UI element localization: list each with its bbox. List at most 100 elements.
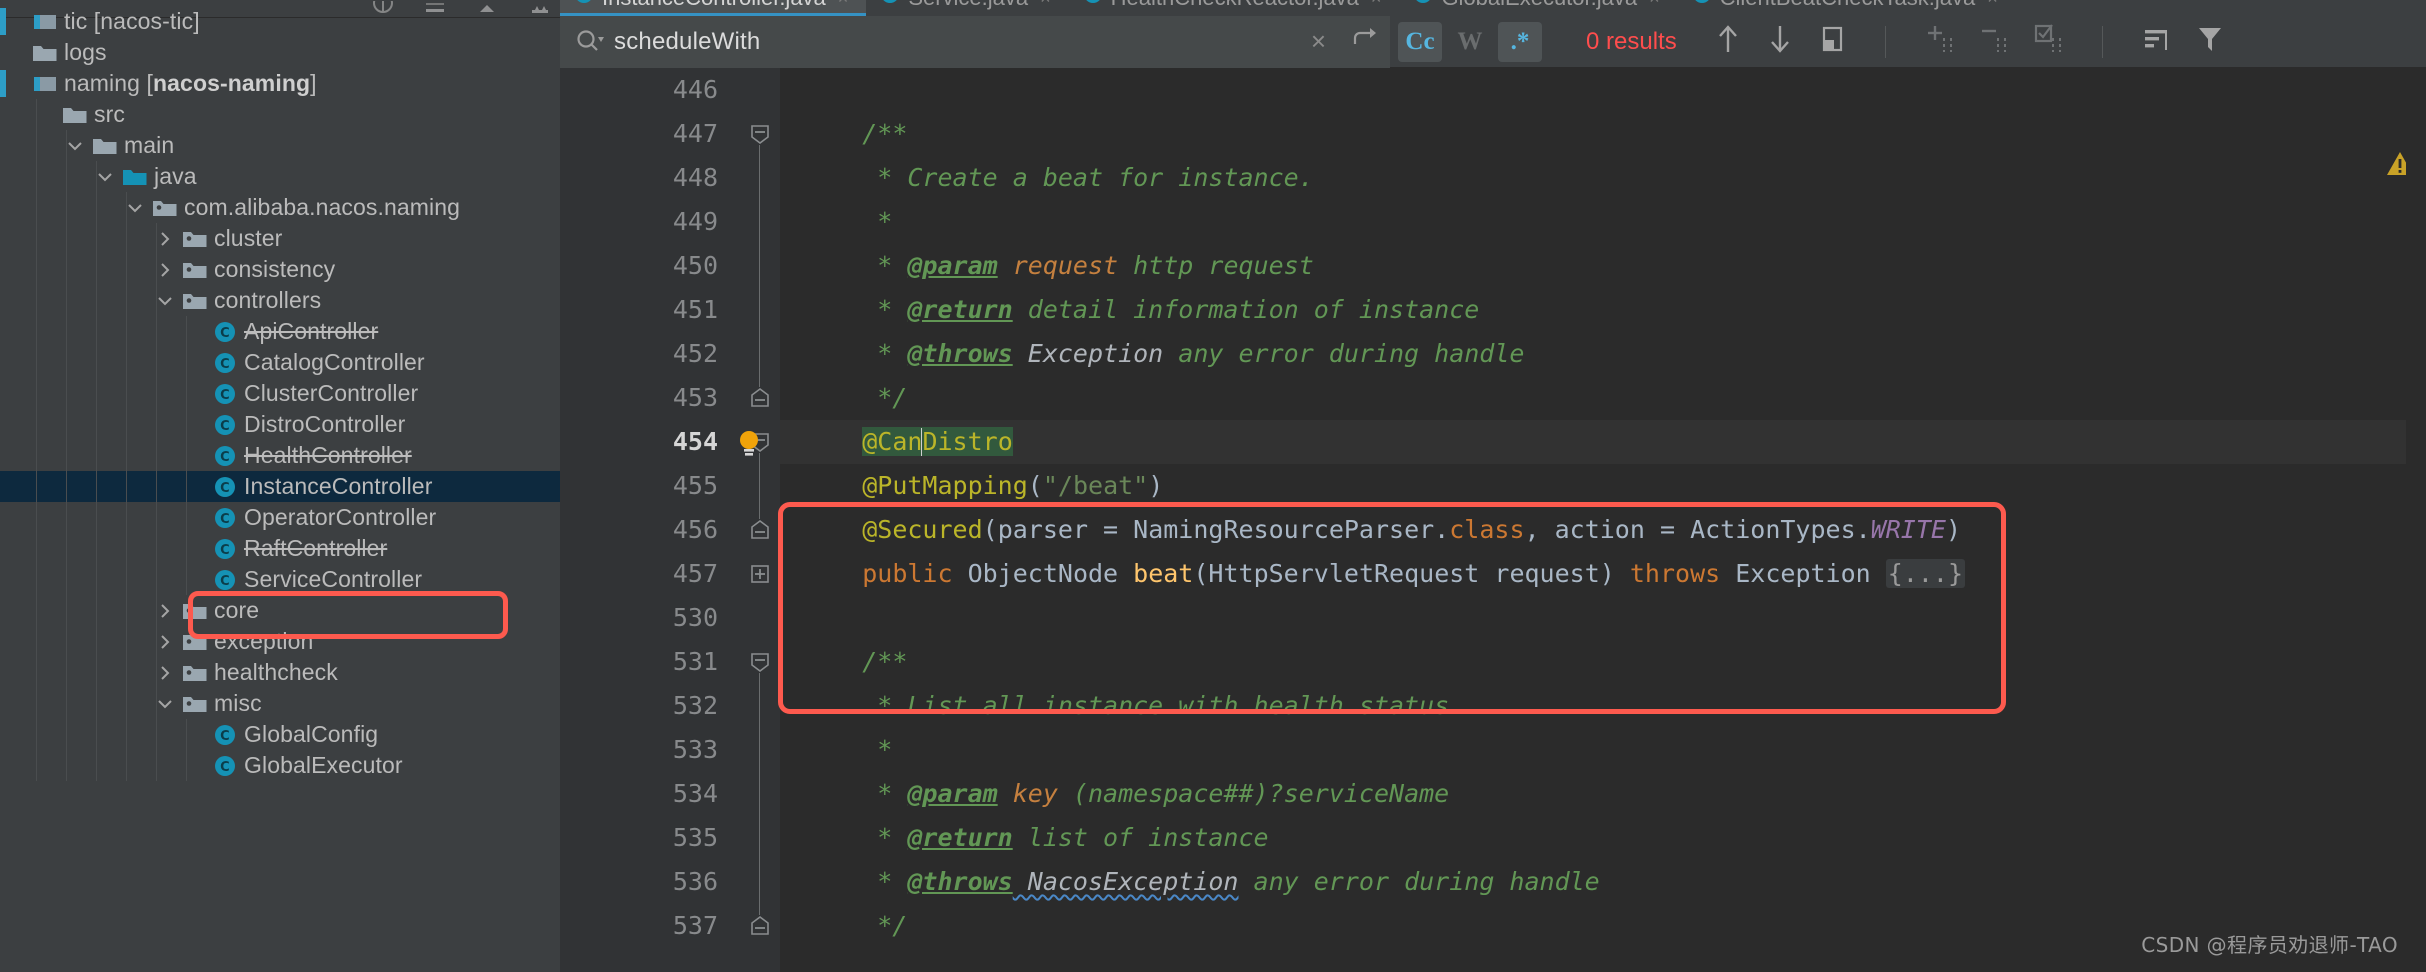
tree-item-logs[interactable]: logs [0, 37, 560, 68]
editor-tab-healthcheckreactor[interactable]: HealthCheckReactor.java × [1069, 0, 1400, 16]
tree-item-naming[interactable]: naming [nacos-naming] [0, 68, 560, 99]
find-previous-icon[interactable] [1713, 22, 1743, 61]
code-line[interactable]: @CanDistro [740, 420, 2426, 464]
chevron-right-icon[interactable] [150, 631, 180, 653]
chevron-right-icon[interactable] [150, 662, 180, 684]
remove-line-icon[interactable] [1978, 22, 2010, 61]
fold-marker-slot[interactable] [740, 200, 780, 244]
code-line[interactable]: public ObjectNode beat(HttpServletReques… [780, 552, 2426, 596]
tree-item-main[interactable]: main [0, 130, 560, 161]
fold-marker-slot[interactable] [740, 376, 780, 420]
find-navigation-icons[interactable] [1713, 22, 2225, 61]
tree-item-globalexecutor[interactable]: C GlobalExecutor [0, 750, 560, 781]
check-line-icon[interactable] [2032, 22, 2064, 61]
add-line-icon[interactable] [1924, 22, 1956, 61]
code-line[interactable]: * @return list of instance [780, 816, 2426, 860]
code-folding-strip[interactable] [740, 68, 780, 972]
tree-item-operatorcontroller[interactable]: C OperatorController [0, 502, 560, 533]
fold-marker-slot[interactable] [740, 684, 780, 728]
clear-search-icon[interactable]: × [1301, 26, 1336, 57]
code-line[interactable]: * [780, 728, 2426, 772]
fold-marker-slot[interactable] [740, 332, 780, 376]
code-line[interactable] [780, 68, 2426, 112]
tree-item-tic-nacos-tic[interactable]: tic [nacos-tic] [0, 6, 560, 37]
editor-tab-clientbeatchecktask[interactable]: ClientBeatCheckTask.java × [1678, 0, 2016, 16]
editor-tab-globalexecutor[interactable]: GlobalExecutor.java × [1399, 0, 1677, 16]
tree-item-distrocontroller[interactable]: C DistroController [0, 409, 560, 440]
tree-item-healthcontroller[interactable]: C HealthController [0, 440, 560, 471]
code-line[interactable]: /** [780, 112, 2426, 156]
tree-item-src[interactable]: src [0, 99, 560, 130]
find-input[interactable]: scheduleWith [614, 28, 1291, 56]
close-tab-icon[interactable]: × [1649, 0, 1660, 9]
tree-item-consistency[interactable]: consistency [0, 254, 560, 285]
find-input-container[interactable]: scheduleWith × [560, 15, 1390, 68]
filter-lines-icon[interactable] [2141, 22, 2173, 61]
chevron-down-icon[interactable] [120, 197, 150, 219]
fold-marker-slot[interactable] [740, 552, 780, 596]
tree-item-globalconfig[interactable]: C GlobalConfig [0, 719, 560, 750]
project-tree[interactable]: tic [nacos-tic] logs naming [nacos-naming]… [0, 8, 560, 781]
code-line[interactable]: * @return detail information of instance [780, 288, 2426, 332]
code-line[interactable] [780, 596, 2426, 640]
tree-item-controllers[interactable]: controllers [0, 285, 560, 316]
tree-item-core[interactable]: core [0, 595, 560, 626]
fold-marker-slot[interactable] [740, 156, 780, 200]
code-line[interactable]: * @param key (namespace##)?serviceName [780, 772, 2426, 816]
tree-item-instancecontroller[interactable]: C InstanceController [0, 471, 560, 502]
tree-item-apicontroller[interactable]: C ApiController [0, 316, 560, 347]
editor-tab-bar[interactable]: InstanceController.java×Service.java×Hea… [560, 0, 2426, 16]
tree-item-misc[interactable]: misc [0, 688, 560, 719]
chevron-down-icon[interactable] [60, 135, 90, 157]
regex-toggle[interactable]: .* [1498, 21, 1542, 62]
words-toggle[interactable]: W [1448, 22, 1492, 62]
select-all-occurrences-icon[interactable] [1817, 22, 1847, 61]
code-line[interactable]: * @throws NacosException any error durin… [780, 860, 2426, 904]
fold-marker-slot[interactable] [740, 112, 780, 156]
code-line[interactable]: * List all instance with health status. [780, 684, 2426, 728]
chevron-down-icon[interactable] [90, 166, 120, 188]
chevron-down-icon[interactable] [150, 693, 180, 715]
fold-marker-slot[interactable] [740, 508, 780, 552]
tree-item-clustercontroller[interactable]: C ClusterController [0, 378, 560, 409]
tree-item-servicecontroller[interactable]: C ServiceController [0, 564, 560, 595]
intention-bulb-icon[interactable] [736, 428, 762, 472]
code-content[interactable]: /** * Create a beat for instance. * * @p… [740, 68, 2426, 972]
find-next-icon[interactable] [1765, 22, 1795, 61]
fold-marker-slot[interactable] [740, 816, 780, 860]
code-line[interactable]: */ [780, 376, 2426, 420]
close-tab-icon[interactable]: × [1987, 0, 1998, 9]
search-icon[interactable] [574, 27, 604, 57]
chevron-down-icon[interactable] [150, 290, 180, 312]
fold-marker-slot[interactable] [740, 728, 780, 772]
code-line[interactable]: @PutMapping("/beat") [780, 464, 2426, 508]
tree-item-cluster[interactable]: cluster [0, 223, 560, 254]
line-number-gutter[interactable]: 446 447 448 449 450 451 452 453 454 455 456 457 530 5… [560, 68, 740, 972]
editor-tab-service[interactable]: Service.java × [866, 0, 1068, 16]
fold-marker-slot[interactable] [740, 772, 780, 816]
close-tab-icon[interactable]: × [1371, 0, 1382, 9]
tree-item-catalogcontroller[interactable]: C CatalogController [0, 347, 560, 378]
code-line[interactable]: * @param request http request [780, 244, 2426, 288]
tree-item-com-alibaba-nacos-naming[interactable]: com.alibaba.nacos.naming [0, 192, 560, 223]
chevron-right-icon[interactable] [150, 600, 180, 622]
search-option-toggles[interactable]: Cc W .* [1398, 21, 1542, 62]
tree-item-raftcontroller[interactable]: C RaftController [0, 533, 560, 564]
close-tab-icon[interactable]: × [838, 0, 849, 9]
fold-marker-slot[interactable] [740, 288, 780, 332]
filter-icon[interactable] [2195, 22, 2225, 61]
fold-marker-slot[interactable] [740, 640, 780, 684]
code-viewport[interactable]: 446 447 448 449 450 451 452 453 454 455 456 457 530 5… [560, 68, 2426, 972]
editor-scrollbar[interactable] [2406, 120, 2426, 972]
code-line[interactable]: /** [780, 640, 2426, 684]
match-case-toggle[interactable]: Cc [1398, 21, 1442, 62]
code-line[interactable]: * @throws Exception any error during han… [780, 332, 2426, 376]
tree-item-java[interactable]: java [0, 161, 560, 192]
close-tab-icon[interactable]: × [1040, 0, 1051, 9]
chevron-right-icon[interactable] [150, 259, 180, 281]
chevron-right-icon[interactable] [150, 228, 180, 250]
code-line[interactable]: * [780, 200, 2426, 244]
code-line[interactable]: * Create a beat for instance. [780, 156, 2426, 200]
fold-marker-slot[interactable] [740, 860, 780, 904]
tree-item-healthcheck[interactable]: healthcheck [0, 657, 560, 688]
